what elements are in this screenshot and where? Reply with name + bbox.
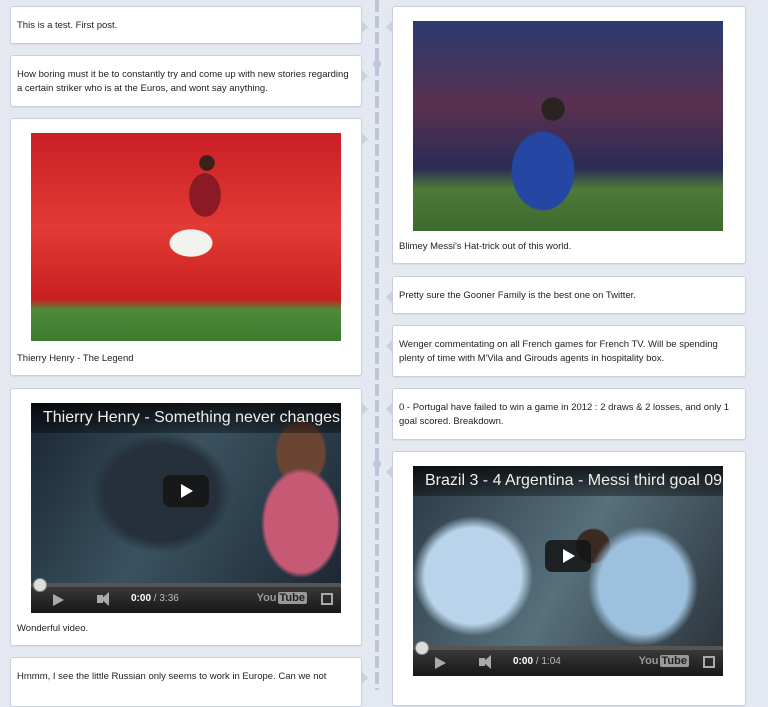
post-card[interactable]: Blimey Messi's Hat-trick out of this wor… xyxy=(386,6,746,264)
play-button-icon[interactable] xyxy=(435,657,446,669)
video-progress-bar[interactable] xyxy=(31,578,341,592)
post-card[interactable]: Hmmm, I see the little Russian only seem… xyxy=(10,657,368,707)
video-controls: 0:00 / 1:04 You Tube xyxy=(413,641,723,676)
post-image[interactable] xyxy=(31,133,341,341)
youtube-logo[interactable]: You Tube xyxy=(257,592,307,604)
post-card[interactable]: Thierry Henry - Something never changes … xyxy=(10,388,368,646)
post-card[interactable]: This is a test. First post. xyxy=(10,6,368,44)
play-icon[interactable] xyxy=(545,540,591,572)
youtube-logo[interactable]: You Tube xyxy=(639,655,689,667)
play-button-icon[interactable] xyxy=(53,594,64,606)
post-text: Wonderful video. xyxy=(17,623,89,634)
post-card[interactable]: How boring must it be to constantly try … xyxy=(10,55,368,107)
fullscreen-icon[interactable] xyxy=(321,593,333,605)
video-time: 0:00 / 3:36 xyxy=(131,593,179,604)
post-card[interactable]: Wenger commentating on all French games … xyxy=(386,325,746,377)
post-card[interactable]: Thierry Henry - The Legend xyxy=(10,118,368,376)
volume-icon[interactable] xyxy=(97,592,109,606)
post-text: 0 - Portugal have failed to win a game i… xyxy=(399,402,730,427)
video-time: 0:00 / 1:04 xyxy=(513,656,561,667)
video-title[interactable]: Brazil 3 - 4 Argentina - Messi third goa… xyxy=(413,466,723,496)
video-player[interactable]: Brazil 3 - 4 Argentina - Messi third goa… xyxy=(413,466,723,676)
play-icon[interactable] xyxy=(163,475,209,507)
post-card[interactable]: 0 - Portugal have failed to win a game i… xyxy=(386,388,746,440)
post-text: This is a test. First post. xyxy=(17,20,118,31)
fullscreen-icon[interactable] xyxy=(703,656,715,668)
post-text: Hmmm, I see the little Russian only seem… xyxy=(17,671,327,682)
post-text: Thierry Henry - The Legend xyxy=(17,353,134,364)
video-controls: 0:00 / 3:36 You Tube xyxy=(31,578,341,613)
video-title[interactable]: Thierry Henry - Something never changes xyxy=(31,403,341,433)
post-text: How boring must it be to constantly try … xyxy=(17,69,349,94)
timeline-dot xyxy=(373,460,381,468)
volume-icon[interactable] xyxy=(479,655,491,669)
post-text: Wenger commentating on all French games … xyxy=(399,339,718,364)
timeline-spine xyxy=(375,0,379,690)
post-card[interactable]: Pretty sure the Gooner Family is the bes… xyxy=(386,276,746,314)
post-card[interactable]: Brazil 3 - 4 Argentina - Messi third goa… xyxy=(386,451,746,706)
seek-handle[interactable] xyxy=(415,641,429,655)
video-progress-bar[interactable] xyxy=(413,641,723,655)
seek-handle[interactable] xyxy=(33,578,47,592)
post-text: Blimey Messi's Hat-trick out of this wor… xyxy=(399,241,572,252)
video-player[interactable]: Thierry Henry - Something never changes … xyxy=(31,403,341,613)
post-text: Pretty sure the Gooner Family is the bes… xyxy=(399,290,636,301)
timeline-dot xyxy=(373,60,381,68)
post-image[interactable] xyxy=(413,21,723,231)
